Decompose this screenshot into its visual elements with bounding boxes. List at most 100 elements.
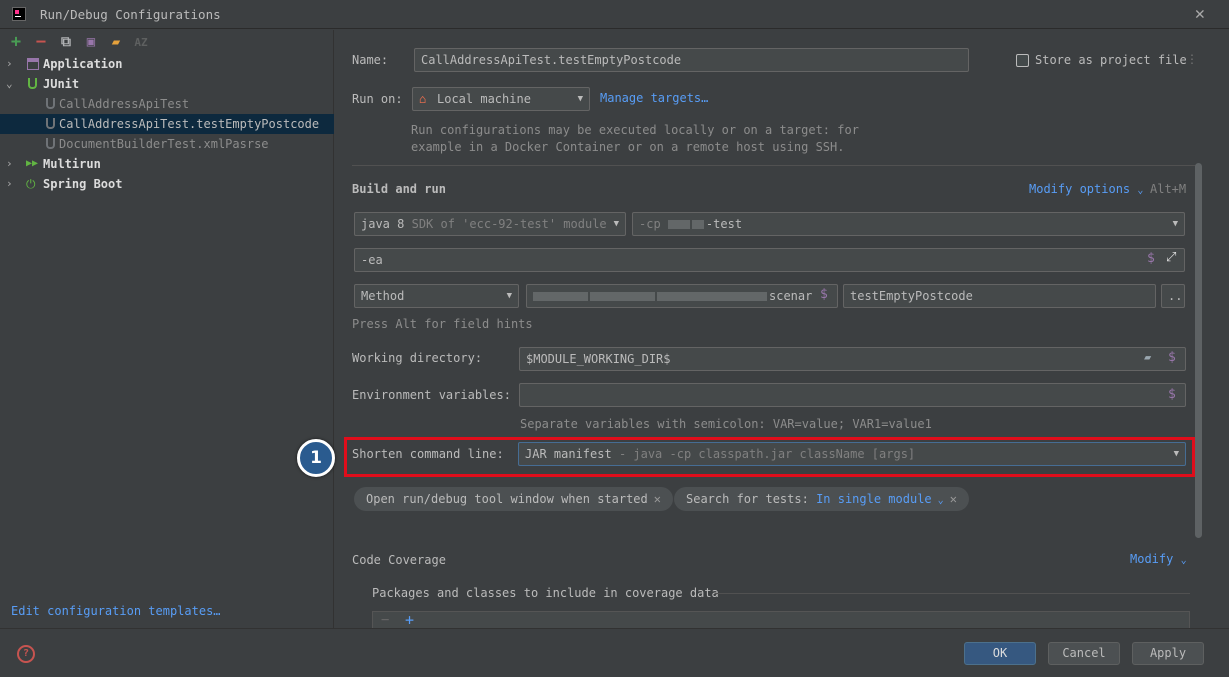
tree-item-label: CallAddressApiTest.testEmptyPostcode — [59, 117, 320, 131]
chevron-right-icon[interactable]: › — [6, 54, 16, 74]
chip-value-link[interactable]: In single module — [816, 492, 932, 506]
coverage-list: − + — [372, 611, 1190, 628]
expand-icon[interactable]: ⤢ — [1166, 250, 1176, 265]
highlight-frame — [344, 437, 1195, 477]
jdk-select[interactable]: java 8 SDK of 'ecc-92-test' module — [354, 212, 626, 236]
window-title: Run/Debug Configurations — [40, 7, 221, 22]
modify-options-label: Modify options — [1029, 182, 1131, 196]
modify-options-shortcut: Alt+M — [1150, 182, 1187, 196]
env-label: Environment variables: — [352, 388, 511, 402]
scrollbar[interactable] — [1195, 163, 1202, 538]
name-label: Name: — [352, 53, 389, 67]
dollar-macro-icon[interactable]: $ — [1147, 251, 1155, 266]
close-icon[interactable]: ✕ — [950, 492, 957, 506]
search-tests-chip[interactable]: Search for tests: In single module ⌄ ✕ — [674, 487, 969, 511]
multirun-icon: ▶▶ — [26, 158, 39, 169]
method-field[interactable]: testEmptyPostcode — [843, 284, 1156, 308]
tree-item-springboot[interactable]: › ⏻ Spring Boot — [0, 174, 334, 194]
modify-coverage-link[interactable]: Modify ⌄ — [1130, 552, 1187, 566]
tree-item-label: JUnit — [43, 77, 80, 91]
separator — [715, 593, 1190, 594]
dollar-macro-icon[interactable]: $ — [1168, 350, 1176, 365]
cancel-button[interactable]: Cancel — [1048, 642, 1120, 665]
class-field[interactable]: scenar — [526, 284, 838, 308]
configurations-sidebar: + − ⧉ ▣ ▰ AZ › Application ⌄ JUnit CallA… — [0, 30, 334, 628]
modify-options-link[interactable]: Modify options ⌄ — [1029, 182, 1143, 196]
save-icon[interactable]: ▣ — [81, 32, 101, 52]
alt-hint: Press Alt for field hints — [352, 317, 533, 331]
close-icon[interactable]: ✕ — [1195, 4, 1205, 24]
tree-item-multirun[interactable]: › ▶▶ Multirun — [0, 154, 334, 174]
cp-suffix: -test — [705, 217, 743, 231]
build-run-heading: Build and run — [352, 182, 446, 196]
folder-icon[interactable]: ▰ — [106, 32, 126, 52]
jdk-value: java 8 — [361, 217, 405, 231]
tree-item-junit[interactable]: ⌄ JUnit — [0, 74, 334, 94]
env-field[interactable] — [519, 383, 1186, 407]
chevron-right-icon[interactable]: › — [6, 174, 16, 194]
run-on-note-1: Run configurations may be executed local… — [411, 123, 859, 137]
workdir-label: Working directory: — [352, 351, 483, 365]
folder-icon[interactable]: ▰ — [1144, 350, 1151, 364]
workdir-field[interactable]: $MODULE_WORKING_DIR$ — [519, 347, 1186, 371]
classpath-module-select[interactable]: -cp -test — [632, 212, 1185, 236]
ok-button[interactable]: OK — [964, 642, 1036, 665]
test-icon — [46, 118, 55, 129]
more-button[interactable]: ... — [1161, 284, 1185, 308]
chevron-down-icon: ⌄ — [1180, 555, 1187, 566]
home-icon: ⌂ — [419, 92, 427, 106]
apply-button[interactable]: Apply — [1132, 642, 1204, 665]
chip-label: Search for tests: — [686, 492, 809, 506]
dollar-macro-icon[interactable]: $ — [1168, 387, 1176, 402]
add-icon[interactable]: + — [6, 32, 26, 52]
tree-item-application[interactable]: › Application — [0, 54, 334, 74]
store-project-checkbox[interactable] — [1016, 54, 1029, 67]
tree-item-callapi-method[interactable]: CallAddressApiTest.testEmptyPostcode — [0, 114, 334, 134]
env-note: Separate variables with semicolon: VAR=v… — [520, 417, 932, 431]
junit-icon — [28, 78, 37, 89]
close-icon[interactable]: ✕ — [654, 492, 661, 506]
edit-templates-link[interactable]: Edit configuration templates… — [11, 604, 221, 618]
modify-label: Modify — [1130, 552, 1174, 566]
help-icon[interactable]: ? — [17, 645, 35, 663]
cp-prefix: -cp — [639, 217, 661, 231]
jdk-hint: SDK of 'ecc-92-test' module — [411, 217, 607, 231]
copy-icon[interactable]: ⧉ — [56, 32, 76, 52]
tree-item-callapi[interactable]: CallAddressApiTest — [0, 94, 334, 114]
class-tail: scenar — [769, 289, 813, 303]
test-kind-select[interactable]: Method — [354, 284, 519, 308]
test-icon — [46, 138, 55, 149]
redacted-text — [667, 220, 690, 229]
open-tool-window-chip[interactable]: Open run/debug tool window when started ✕ — [354, 487, 673, 511]
application-icon — [27, 58, 39, 70]
run-on-label: Run on: — [352, 92, 403, 106]
separator — [352, 165, 1197, 166]
code-coverage-heading: Code Coverage — [352, 553, 446, 567]
chevron-right-icon[interactable]: › — [6, 154, 16, 174]
redacted-text — [533, 292, 588, 301]
packages-label: Packages and classes to include in cover… — [372, 586, 719, 600]
more-vertical-icon[interactable]: ⋮ — [1186, 52, 1198, 66]
manage-targets-link[interactable]: Manage targets… — [600, 91, 708, 105]
dialog-footer: ? OK Cancel Apply — [0, 628, 1229, 677]
tree-item-label: DocumentBuilderTest.xmlPasrse — [59, 137, 269, 151]
step-badge: 1 — [297, 439, 335, 477]
tree-item-docbuilder[interactable]: DocumentBuilderTest.xmlPasrse — [0, 134, 334, 154]
add-icon[interactable]: + — [405, 611, 414, 628]
sort-icon[interactable]: AZ — [131, 32, 151, 52]
test-icon — [46, 98, 55, 109]
chevron-down-icon: ⌄ — [931, 495, 944, 506]
run-on-value: Local machine — [437, 92, 531, 106]
dollar-macro-icon[interactable]: $ — [820, 287, 828, 302]
remove-icon[interactable]: − — [381, 612, 389, 628]
name-field[interactable]: CallAddressApiTest.testEmptyPostcode — [414, 48, 969, 72]
run-on-select[interactable]: ⌂ Local machine — [412, 87, 590, 111]
chevron-down-icon[interactable]: ⌄ — [6, 74, 16, 94]
redacted-text — [691, 220, 704, 229]
tree-item-label: Application — [43, 57, 123, 71]
remove-icon[interactable]: − — [31, 32, 51, 52]
spring-boot-icon: ⏻ — [26, 177, 36, 191]
vm-options-field[interactable]: -ea — [354, 248, 1185, 272]
store-project-label: Store as project file — [1035, 53, 1187, 67]
configuration-tree: › Application ⌄ JUnit CallAddressApiTest… — [0, 54, 334, 194]
